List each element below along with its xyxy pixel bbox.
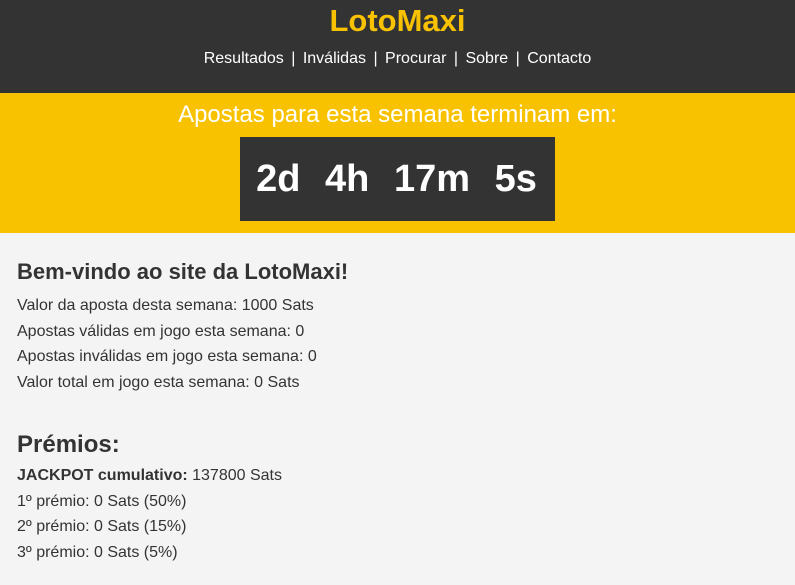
invalid-bets-line: Apostas inválidas em jogo esta semana: 0 xyxy=(17,348,317,365)
nav-separator: | xyxy=(515,50,520,67)
countdown-hours: 4h xyxy=(325,158,370,200)
prizes-title: Prémios: xyxy=(17,431,120,458)
second-prize-line: 2º prémio: 0 Sats (15%) xyxy=(17,518,187,535)
prizes-list: JACKPOT cumulativo: 137800 Sats 1º prémi… xyxy=(17,463,778,565)
nav-link-procurar[interactable]: Procurar xyxy=(385,50,446,67)
third-prize-line: 3º prémio: 0 Sats (5%) xyxy=(17,543,178,561)
nav-link-contacto[interactable]: Contacto xyxy=(527,50,591,67)
countdown-timer: 2d 4h 17m 5s xyxy=(240,137,555,221)
countdown-title: Apostas para esta semana terminam em: xyxy=(178,101,617,128)
welcome-title: Bem-vindo ao site da LotoMaxi! xyxy=(17,259,349,284)
nav-separator: | xyxy=(373,50,378,67)
nav-link-invalidas[interactable]: Inválidas xyxy=(303,50,366,67)
countdown-days: 2d xyxy=(256,158,301,200)
valid-bets-line: Apostas válidas em jogo esta semana: 0 xyxy=(17,322,305,340)
countdown-seconds: 5s xyxy=(494,158,537,200)
countdown-section: Apostas para esta semana terminam em: 2d… xyxy=(0,93,795,233)
total-value-line: Valor total em jogo esta semana: 0 Sats xyxy=(17,373,300,391)
nav-link-resultados[interactable]: Resultados xyxy=(204,50,284,67)
main-content: Bem-vindo ao site da LotoMaxi! Valor da … xyxy=(0,233,795,565)
nav-separator: | xyxy=(291,50,296,67)
bet-value-line: Valor da aposta desta semana: 1000 Sats xyxy=(17,297,314,314)
countdown-minutes: 17m xyxy=(393,158,471,200)
nav-separator: | xyxy=(453,50,459,67)
jackpot-line: JACKPOT cumulativo: 137800 Sats xyxy=(17,463,778,489)
jackpot-value: 137800 Sats xyxy=(187,467,282,484)
weekly-stats: Valor da aposta desta semana: 1000 Sats … xyxy=(17,293,778,395)
site-header: LotoMaxi Resultados | Inválidas | Procur… xyxy=(0,0,795,93)
jackpot-label: JACKPOT cumulativo: xyxy=(17,467,188,484)
site-logo[interactable]: LotoMaxi xyxy=(329,3,465,39)
first-prize-line: 1º prémio: 0 Sats (50%) xyxy=(17,492,187,510)
nav-link-sobre[interactable]: Sobre xyxy=(465,50,508,67)
main-nav: Resultados | Inválidas | Procurar | Sobr… xyxy=(0,49,795,69)
